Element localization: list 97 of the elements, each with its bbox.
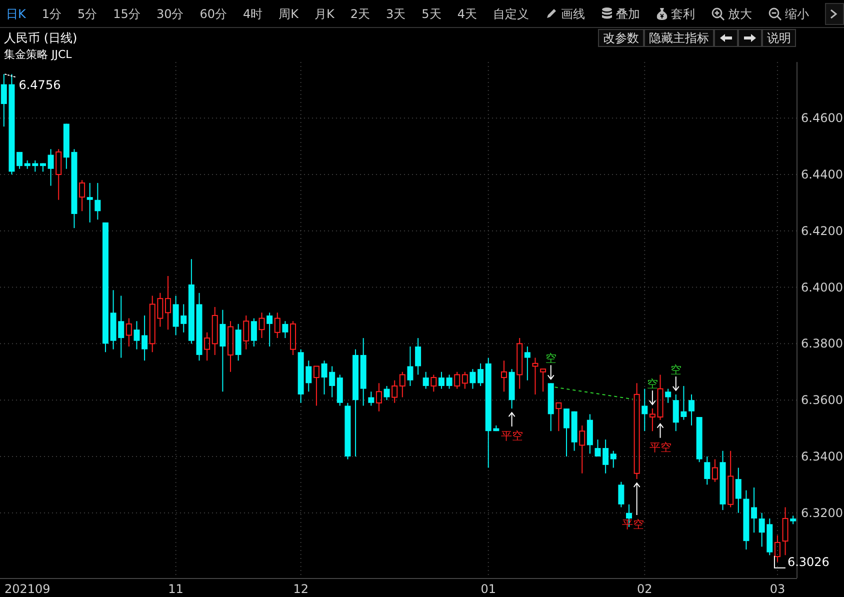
- up-arrow-icon: [633, 482, 640, 516]
- previous-button[interactable]: [714, 29, 738, 47]
- money-bag-icon: [656, 6, 668, 20]
- axis-label: 202109: [4, 582, 50, 596]
- period-tab[interactable]: 15分: [113, 8, 140, 20]
- candlestick: [790, 515, 796, 525]
- candlestick: [165, 276, 171, 330]
- min-price-label: 6.3026: [787, 554, 830, 569]
- period-tab[interactable]: 5天: [422, 8, 442, 20]
- period-tab[interactable]: 日K: [6, 8, 26, 20]
- axis-label: 6.3400: [801, 449, 843, 464]
- axis-label: 11: [168, 582, 184, 596]
- chart-button[interactable]: 改参数: [598, 29, 644, 47]
- candlestick: [743, 490, 750, 550]
- axis-label: 01: [480, 582, 496, 596]
- axis-label: 12: [293, 582, 308, 596]
- candlestick: [134, 320, 140, 350]
- period-tab[interactable]: 月K: [314, 8, 334, 20]
- signal-label: 空: [646, 378, 658, 391]
- axis-label: 03: [770, 582, 786, 596]
- period-tab[interactable]: 3天: [386, 8, 406, 20]
- chevron-icon: [830, 8, 838, 18]
- candlestick: [407, 346, 414, 386]
- chart-button[interactable]: 隐藏主指标: [644, 29, 714, 47]
- axis-label: 6.3800: [801, 336, 843, 351]
- candlestick: [258, 312, 265, 339]
- signal-label: 平空: [649, 440, 672, 454]
- period-tab[interactable]: 4天: [457, 8, 477, 20]
- candlestick: [500, 360, 507, 392]
- axis-label: 6.4600: [801, 111, 843, 126]
- database-icon: [600, 7, 613, 20]
- indicator-label: 集金策略 JJCL: [3, 48, 73, 62]
- pencil-icon: [544, 7, 558, 20]
- axis-label: 02: [637, 582, 652, 596]
- axis-label: 6.3200: [801, 506, 843, 520]
- candlestick: [564, 408, 570, 457]
- candlestick: [157, 292, 164, 328]
- candlestick: [172, 295, 179, 336]
- more-button[interactable]: [824, 2, 844, 24]
- candlestick: [618, 481, 624, 508]
- candlestick: [384, 385, 390, 401]
- tool-button[interactable]: 叠加: [600, 7, 640, 20]
- axis-label: 6.4000: [801, 280, 843, 294]
- candlestick: [720, 450, 726, 511]
- candlestick: [0, 74, 7, 128]
- candlestick: [446, 374, 452, 390]
- leader-line: [774, 555, 786, 568]
- candlestick: [48, 148, 54, 186]
- axis-label: 6.4400: [801, 168, 843, 182]
- left-arrow-icon: [719, 33, 733, 43]
- candlestick: [594, 439, 601, 457]
- up-arrow-icon: [656, 422, 664, 438]
- signal-label: 平空: [500, 430, 523, 443]
- tool-button[interactable]: 放大: [710, 6, 752, 20]
- chart-button[interactable]: 说明: [762, 29, 796, 47]
- candlestick: [508, 368, 515, 410]
- tool-button[interactable]: 套利: [656, 6, 695, 20]
- up-arrow-icon: [508, 412, 516, 428]
- down-arrow-icon: [648, 390, 656, 406]
- period-tab[interactable]: 自定义: [492, 8, 529, 20]
- candlestick: [657, 374, 664, 420]
- down-arrow-icon: [547, 364, 554, 380]
- candlestick: [321, 360, 328, 395]
- candlestick: [110, 290, 116, 350]
- period-tab[interactable]: 30分: [156, 8, 184, 20]
- tool-button[interactable]: 画线: [544, 7, 585, 20]
- candlestick: [196, 292, 202, 362]
- period-tab[interactable]: 5分: [78, 8, 98, 20]
- candlestick: [680, 385, 687, 420]
- signal-label: 空: [545, 352, 556, 366]
- tool-button[interactable]: 缩小: [768, 6, 809, 20]
- next-button[interactable]: [738, 29, 762, 47]
- chart-title: 人民币 (日线): [3, 30, 78, 47]
- candlestick: [556, 402, 562, 432]
- zoom-out-icon: [768, 6, 782, 20]
- candlestick: [344, 402, 351, 460]
- candlestick: [470, 368, 476, 390]
- candlestick: [282, 320, 288, 339]
- period-tab[interactable]: 1分: [42, 8, 62, 20]
- max-price-label: 6.4756: [18, 78, 61, 92]
- zoom-in-icon: [710, 6, 725, 20]
- period-tab[interactable]: 周K: [278, 8, 299, 20]
- right-arrow-icon: [743, 33, 757, 43]
- leader-line: [4, 74, 16, 78]
- axis-label: 6.3600: [801, 393, 843, 408]
- candlestick: [532, 357, 538, 395]
- period-tab[interactable]: 2天: [350, 8, 370, 20]
- candlestick: [571, 410, 578, 452]
- signal-label: 空: [670, 363, 682, 376]
- period-tab[interactable]: 4时: [243, 8, 263, 20]
- candlestick: [782, 506, 788, 556]
- candlestick: [493, 424, 500, 432]
- down-arrow-icon: [672, 376, 680, 392]
- period-tab[interactable]: 60分: [200, 8, 227, 20]
- candlestick: [235, 323, 242, 362]
- candlestick: [228, 320, 234, 372]
- axis-label: 6.4200: [801, 224, 843, 238]
